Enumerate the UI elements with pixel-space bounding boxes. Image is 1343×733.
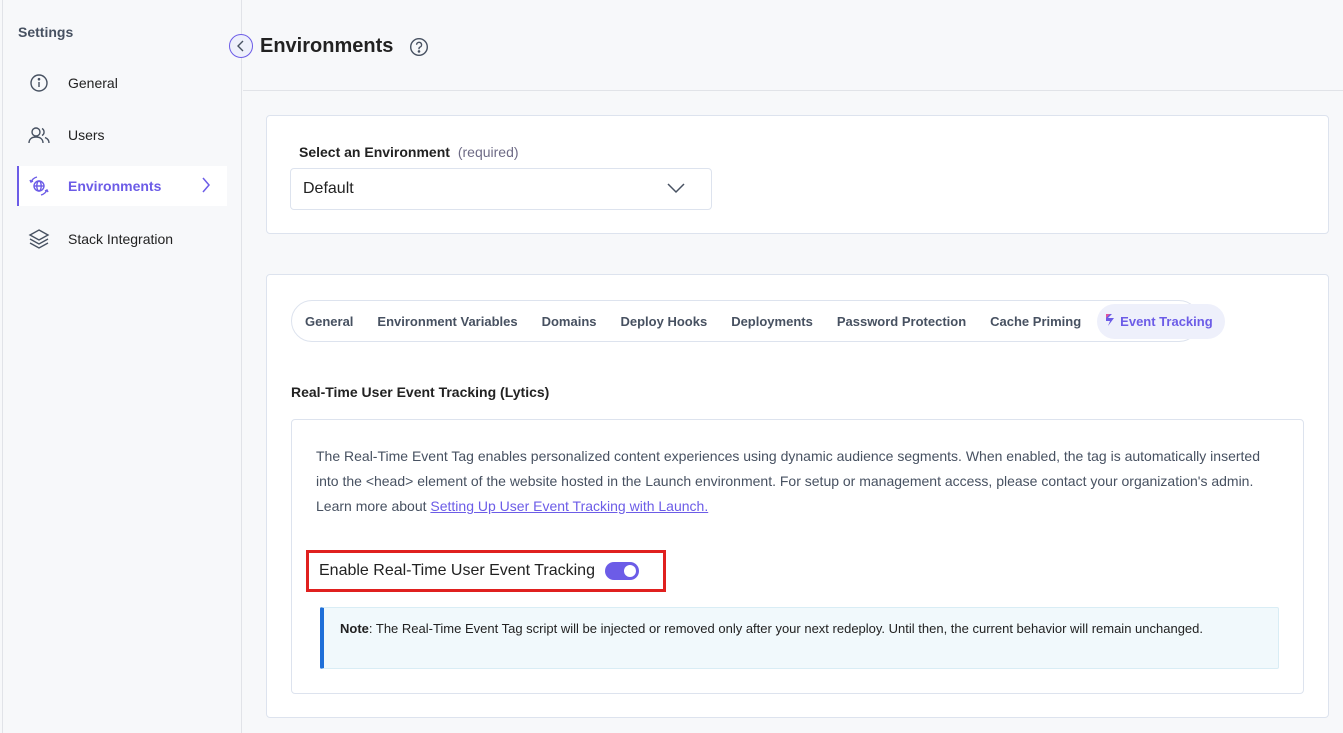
- page-header: Environments: [243, 0, 1343, 91]
- tab-deploy-hooks[interactable]: Deploy Hooks: [621, 314, 708, 329]
- collapse-sidebar-button[interactable]: [229, 34, 253, 58]
- tab-domains[interactable]: Domains: [542, 314, 597, 329]
- settings-tabs: General Environment Variables Domains De…: [291, 300, 1225, 342]
- learn-more-link[interactable]: Setting Up User Event Tracking with Laun…: [430, 498, 708, 514]
- page-title: Environments: [260, 35, 394, 57]
- enable-tracking-toggle[interactable]: [604, 562, 639, 580]
- help-icon[interactable]: [409, 37, 429, 57]
- sidebar-item-general[interactable]: General: [17, 63, 227, 103]
- description-text: The Real-Time Event Tag enables personal…: [316, 444, 1286, 519]
- event-tracking-panel: The Real-Time Event Tag enables personal…: [291, 419, 1304, 694]
- layers-icon: [28, 228, 50, 250]
- enable-tracking-row: Enable Real-Time User Event Tracking: [306, 550, 666, 592]
- toggle-knob: [623, 565, 636, 577]
- note-text: : The Real-Time Event Tag script will be…: [368, 621, 1203, 636]
- tab-event-tracking-label: Event Tracking: [1120, 313, 1213, 329]
- sidebar-item-label: Users: [68, 127, 105, 143]
- sidebar-item-users[interactable]: Users: [17, 115, 227, 155]
- users-icon: [28, 124, 50, 146]
- note-label: Note: [340, 621, 369, 636]
- environment-selected-value: Default: [303, 180, 354, 197]
- sidebar-item-environments[interactable]: Environments: [17, 166, 227, 206]
- environment-dropdown[interactable]: Default: [290, 168, 712, 210]
- required-text: (required): [457, 144, 519, 160]
- settings-sidebar: Settings General Users Environments Stac…: [2, 0, 242, 733]
- environment-select-label: Select an Environment (required): [299, 144, 519, 160]
- tab-password-protection[interactable]: Password Protection: [837, 314, 966, 329]
- environments-icon: [28, 175, 50, 197]
- redeploy-note: Note: The Real-Time Event Tag script wil…: [320, 607, 1279, 669]
- tab-environment-variables[interactable]: Environment Variables: [377, 314, 517, 329]
- tab-cache-priming[interactable]: Cache Priming: [990, 314, 1081, 329]
- sidebar-title: Settings: [18, 24, 74, 40]
- lytics-icon: [1105, 313, 1115, 330]
- environment-label-text: Select an Environment: [299, 144, 450, 160]
- chevron-down-icon: [667, 181, 685, 199]
- sidebar-item-label: Environments: [68, 178, 162, 194]
- environment-settings-card: General Environment Variables Domains De…: [266, 274, 1329, 718]
- chevron-right-icon: [201, 177, 211, 196]
- sidebar-item-stack-integration[interactable]: Stack Integration: [17, 219, 227, 259]
- tab-deployments[interactable]: Deployments: [731, 314, 813, 329]
- sidebar-item-label: Stack Integration: [68, 231, 174, 247]
- sidebar-item-label: General: [68, 75, 118, 91]
- environment-selector-card: Select an Environment (required) Default: [266, 115, 1329, 234]
- tab-general[interactable]: General: [305, 314, 353, 329]
- chevron-left-icon: [237, 40, 244, 52]
- toggle-label: Enable Real-Time User Event Tracking: [319, 562, 595, 579]
- info-icon: [28, 72, 50, 94]
- tab-event-tracking[interactable]: Event Tracking: [1097, 303, 1225, 339]
- section-title: Real-Time User Event Tracking (Lytics): [291, 384, 550, 400]
